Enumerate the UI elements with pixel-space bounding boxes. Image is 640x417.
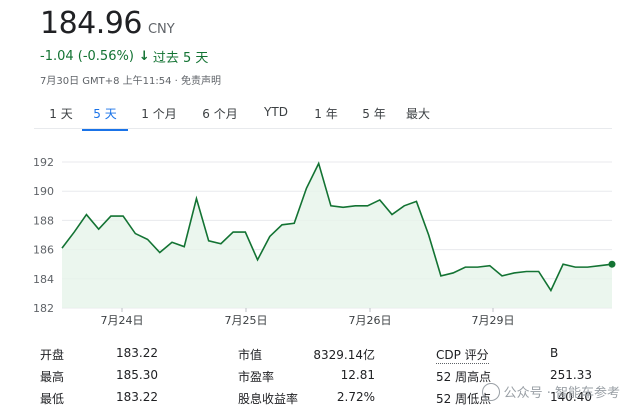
y-tick-label: 192 (33, 156, 54, 169)
stat-value: 8329.14亿 (313, 348, 375, 362)
arrow-down-icon: ↓ (138, 49, 150, 64)
area-fill (62, 163, 612, 308)
watermark-text: 公众号 · 智能车参考 (503, 386, 620, 401)
tabs-divider (34, 128, 612, 129)
stat-label[interactable]: CDP 评分 (436, 346, 489, 364)
price-chart[interactable]: 192 190 188 186 184 182 7月24日 7月25日 7月26日 7月29日 (0, 140, 640, 340)
x-tick-label: 7月25日 (225, 314, 268, 327)
last-price-dot (608, 260, 616, 268)
price-change: -1.04 (-0.56%) ↓ 过去 5 天 (40, 47, 208, 66)
stat-value: 183.22 (116, 390, 158, 404)
stat-label: 市盈率 (238, 370, 275, 384)
quote-timestamp[interactable]: 7月30日 GMT+8 上午11:54 · 免责声明 (40, 72, 221, 87)
tab-4[interactable]: YTD (250, 103, 302, 131)
tab-3[interactable]: 6 个月 (190, 103, 250, 131)
stat-label: 股息收益率 (238, 392, 299, 406)
stat-value: 185.30 (116, 368, 158, 382)
stat-value: 12.81 (340, 368, 375, 382)
y-tick-label: 188 (33, 214, 54, 227)
price-header: 184.96 CNY (40, 6, 175, 46)
tab-7[interactable]: 最大 (398, 103, 438, 131)
currency-code: CNY (147, 22, 175, 37)
watermark: 公众号 · 智能车参考 (481, 382, 620, 401)
wechat-icon (481, 382, 500, 401)
tab-5[interactable]: 1 年 (302, 103, 350, 131)
x-tick-label: 7月29日 (472, 314, 515, 327)
current-price: 184.96 (40, 6, 142, 41)
tab-1[interactable]: 5 天 (82, 103, 128, 131)
tab-2[interactable]: 1 个月 (128, 103, 190, 131)
change-period: 过去 5 天 (152, 51, 209, 66)
stat-value: 2.72% (336, 390, 375, 404)
x-tick-label: 7月26日 (349, 314, 392, 327)
tab-0[interactable]: 1 天 (40, 103, 82, 131)
stat-label: 市值 (238, 348, 263, 362)
y-tick-label: 186 (33, 244, 54, 257)
change-value: -1.04 (-0.56%) (40, 49, 134, 64)
stat-value: 251.33 (550, 368, 592, 382)
stat-value: 183.22 (116, 346, 158, 360)
stat-label: 开盘 (40, 348, 65, 362)
range-tabs: 1 天5 天1 个月 6 个月 YTD 1 年5 年最大 (40, 103, 438, 131)
tab-6[interactable]: 5 年 (350, 103, 398, 131)
y-tick-label: 182 (33, 302, 54, 315)
stat-label: 最低 (40, 392, 65, 406)
stat-label: 最高 (40, 370, 65, 384)
y-tick-label: 184 (33, 273, 54, 286)
stat-value: B (550, 346, 559, 360)
x-tick-label: 7月24日 (101, 314, 144, 327)
y-tick-label: 190 (33, 185, 54, 198)
